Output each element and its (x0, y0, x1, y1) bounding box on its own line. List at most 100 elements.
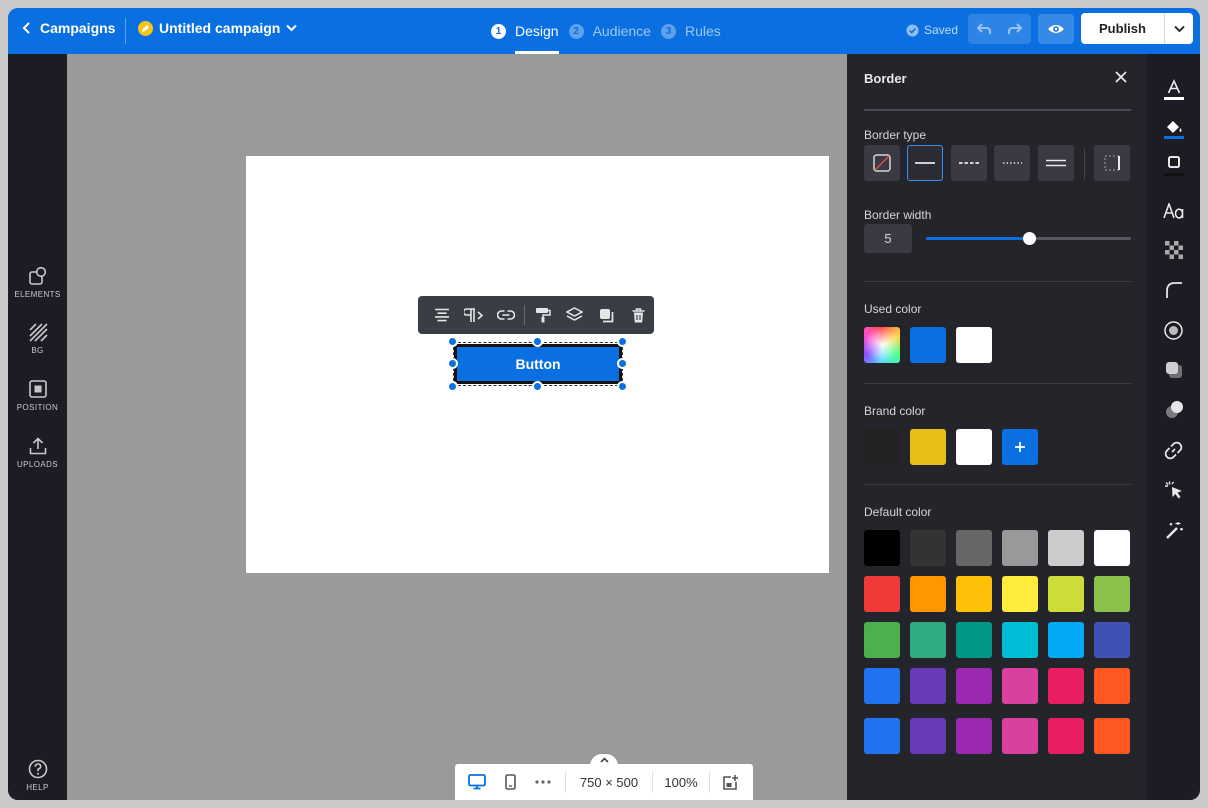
publish-button[interactable]: Publish (1081, 13, 1164, 44)
border-sides-button[interactable] (1094, 145, 1130, 181)
default-color-swatch[interactable] (1002, 668, 1038, 704)
resize-handle-bottom[interactable] (532, 381, 543, 392)
mobile-view-button[interactable] (499, 764, 521, 800)
campaign-name-dropdown[interactable]: Untitled campaign (138, 20, 298, 36)
border-type-solid[interactable] (907, 145, 943, 181)
default-color-swatch[interactable] (956, 668, 992, 704)
canvas-button-element[interactable]: Button (454, 344, 622, 384)
sidebar-item-position[interactable]: POSITION (8, 379, 67, 412)
used-color-swatch-gradient[interactable] (864, 327, 900, 363)
default-color-swatch[interactable] (1048, 576, 1084, 612)
shadow-tool[interactable] (1147, 315, 1200, 345)
default-color-swatch[interactable] (1048, 622, 1084, 658)
blend-tool[interactable] (1147, 395, 1200, 425)
tab-rules[interactable]: 3 Rules (660, 8, 721, 54)
canvas-size-button[interactable]: 750 × 500 (566, 764, 652, 800)
sidebar-item-elements[interactable]: ELEMENTS (8, 266, 67, 299)
brand-color-swatch[interactable] (864, 429, 900, 465)
duplicate-button[interactable] (590, 296, 622, 334)
border-type-none[interactable] (864, 145, 900, 181)
default-color-swatch[interactable] (1094, 576, 1130, 612)
add-brand-color-button[interactable] (1002, 429, 1038, 465)
desktop-view-button[interactable] (455, 764, 499, 800)
default-color-swatch[interactable] (1048, 530, 1084, 566)
default-color-swatch[interactable] (1002, 622, 1038, 658)
default-color-swatch[interactable] (864, 622, 900, 658)
sidebar-item-uploads[interactable]: UPLOADS (8, 436, 67, 469)
default-color-swatch[interactable] (864, 530, 900, 566)
default-color-swatch[interactable] (910, 718, 946, 754)
sidebar-item-bg[interactable]: BG (8, 322, 67, 355)
default-color-swatch[interactable] (1094, 718, 1130, 754)
default-color-swatch[interactable] (864, 576, 900, 612)
close-panel-button[interactable] (1115, 70, 1127, 88)
default-color-swatch[interactable] (1094, 622, 1130, 658)
default-color-swatch[interactable] (910, 622, 946, 658)
help-button[interactable]: HELP (8, 759, 67, 792)
resize-handle-top-right[interactable] (617, 336, 628, 347)
border-tool[interactable] (1147, 151, 1200, 181)
link-button[interactable] (490, 296, 522, 334)
animation-tool[interactable] (1147, 515, 1200, 545)
border-width-label: Border width (864, 208, 932, 222)
add-page-button[interactable] (710, 764, 750, 800)
publish-options-button[interactable] (1164, 13, 1193, 44)
format-painter-button[interactable] (527, 296, 559, 334)
resize-handle-top-left[interactable] (447, 336, 458, 347)
border-type-double[interactable] (1038, 145, 1074, 181)
default-color-swatch[interactable] (1002, 576, 1038, 612)
redo-icon[interactable] (1007, 22, 1023, 36)
border-width-input[interactable]: 5 (864, 224, 912, 253)
preview-button[interactable] (1038, 14, 1074, 44)
layer-effects-tool[interactable] (1147, 355, 1200, 385)
default-color-swatch[interactable] (864, 668, 900, 704)
resize-handle-right[interactable] (617, 358, 628, 369)
text-color-tool[interactable] (1147, 75, 1200, 105)
default-color-swatch[interactable] (910, 576, 946, 612)
align-button[interactable] (426, 296, 458, 334)
border-icon (1163, 156, 1184, 176)
panel-title: Border (864, 71, 907, 86)
link-tool[interactable] (1147, 435, 1200, 465)
used-color-swatch[interactable] (910, 327, 946, 363)
default-color-swatch[interactable] (910, 530, 946, 566)
resize-handle-top[interactable] (532, 336, 543, 347)
more-options-button[interactable] (521, 764, 565, 800)
default-color-swatch[interactable] (956, 530, 992, 566)
default-color-swatch[interactable] (1094, 668, 1130, 704)
default-color-swatch[interactable] (1048, 718, 1084, 754)
undo-icon[interactable] (976, 22, 992, 36)
default-color-swatch[interactable] (956, 576, 992, 612)
delete-button[interactable] (622, 296, 654, 334)
default-color-swatch[interactable] (956, 718, 992, 754)
default-color-swatch[interactable] (1002, 530, 1038, 566)
tab-design[interactable]: 1 Design (491, 8, 559, 54)
resize-handle-bottom-left[interactable] (447, 381, 458, 392)
back-to-campaigns[interactable]: Campaigns (22, 20, 115, 36)
brand-color-swatch[interactable] (910, 429, 946, 465)
border-sides-icon (1104, 155, 1120, 171)
fill-color-tool[interactable] (1147, 114, 1200, 144)
corner-radius-tool[interactable] (1147, 275, 1200, 305)
slider-thumb[interactable] (1022, 232, 1036, 245)
resize-handle-bottom-right[interactable] (617, 381, 628, 392)
resize-handle-left[interactable] (447, 358, 458, 369)
border-type-dashed[interactable] (951, 145, 987, 181)
zoom-button[interactable]: 100% (653, 764, 709, 800)
brand-color-swatch[interactable] (956, 429, 992, 465)
opacity-tool[interactable] (1147, 235, 1200, 265)
layers-button[interactable] (558, 296, 590, 334)
used-color-swatch[interactable] (956, 327, 992, 363)
interaction-tool[interactable] (1147, 475, 1200, 505)
default-color-swatch[interactable] (1002, 718, 1038, 754)
default-color-swatch[interactable] (1094, 530, 1130, 566)
default-color-swatch[interactable] (910, 668, 946, 704)
tab-audience[interactable]: 2 Audience (568, 8, 651, 54)
typography-tool[interactable] (1147, 196, 1200, 226)
default-color-swatch[interactable] (956, 622, 992, 658)
paragraph-button[interactable] (458, 296, 490, 334)
border-type-dotted[interactable] (994, 145, 1030, 181)
default-color-swatch[interactable] (864, 718, 900, 754)
default-color-swatch[interactable] (1048, 668, 1084, 704)
border-width-slider[interactable] (926, 232, 1131, 245)
